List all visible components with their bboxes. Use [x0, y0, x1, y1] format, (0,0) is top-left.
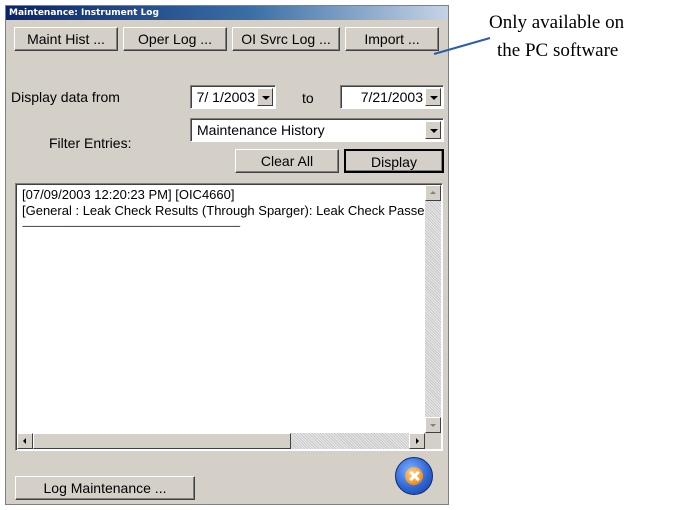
display-data-from-label: Display data from: [11, 89, 120, 105]
vertical-scrollbar[interactable]: [425, 185, 441, 433]
clear-all-button[interactable]: Clear All: [235, 149, 339, 173]
log-entries-list[interactable]: [07/09/2003 12:20:23 PM] [OIC4660] [Gene…: [15, 183, 443, 451]
close-x-icon: [405, 467, 423, 485]
from-date-picker[interactable]: 7/ 1/2003: [190, 85, 276, 109]
instrument-log-window: Maintenance: Instrument Log Maint Hist .…: [5, 5, 449, 505]
close-button[interactable]: [395, 457, 433, 495]
log-maintenance-button[interactable]: Log Maintenance ...: [15, 476, 195, 500]
log-line: [General : Leak Check Results (Through S…: [22, 203, 436, 218]
horizontal-scrollbar[interactable]: [17, 433, 425, 449]
from-date-value: 7/ 1/2003: [196, 89, 255, 105]
scrollbar-corner: [425, 433, 441, 449]
filter-entries-select[interactable]: Maintenance History: [190, 118, 444, 142]
horizontal-scroll-thumb[interactable]: [33, 433, 291, 449]
scroll-left-icon[interactable]: [17, 433, 33, 449]
annotation-line-2: the PC software: [497, 40, 619, 61]
scroll-right-icon[interactable]: [409, 433, 425, 449]
log-separator: ----------------------------------------…: [22, 221, 241, 231]
to-date-picker[interactable]: 7/21/2003: [340, 85, 444, 109]
callout-line: [433, 37, 491, 55]
maint-hist-button[interactable]: Maint Hist ...: [14, 27, 118, 51]
scroll-down-icon[interactable]: [425, 417, 441, 433]
import-button[interactable]: Import ...: [345, 27, 439, 51]
to-label: to: [302, 90, 314, 106]
log-line: [07/09/2003 12:20:23 PM] [OIC4660]: [22, 187, 235, 202]
chevron-down-icon[interactable]: [425, 121, 441, 139]
scroll-up-icon[interactable]: [425, 185, 441, 201]
oper-log-button[interactable]: Oper Log ...: [123, 27, 227, 51]
window-title: Maintenance: Instrument Log: [6, 6, 448, 20]
chevron-down-icon[interactable]: [425, 88, 441, 106]
annotation-line-1: Only available on: [489, 12, 625, 33]
callout-pointer: [433, 37, 491, 55]
display-button[interactable]: Display: [344, 149, 444, 173]
filter-selected-value: Maintenance History: [197, 122, 325, 138]
to-date-value: 7/21/2003: [360, 89, 423, 105]
oi-svrc-log-button[interactable]: OI Svrc Log ...: [232, 27, 340, 51]
chevron-down-icon[interactable]: [257, 88, 273, 106]
filter-entries-label: Filter Entries:: [49, 135, 132, 151]
